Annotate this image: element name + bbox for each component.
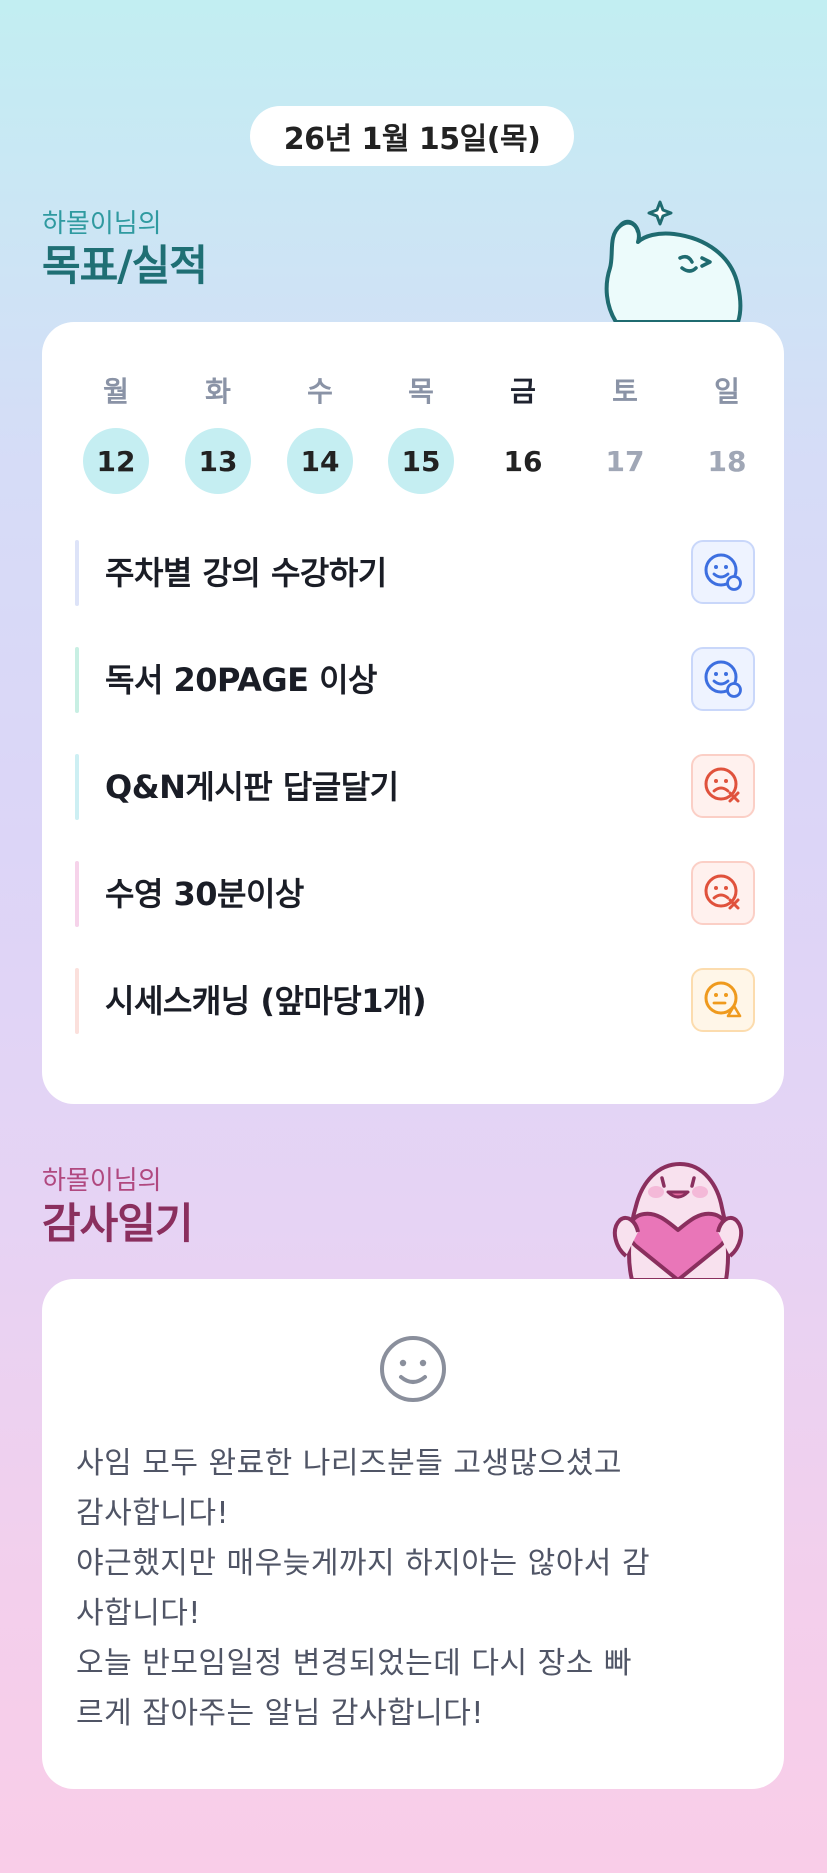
gratitude-diary-text: 사임 모두 완료한 나리즈분들 고생많으셨고 감사합니다! 야근했지만 매우늦게… — [76, 1439, 756, 1739]
goal-label: 시세스캐닝 (앞마당1개) — [105, 982, 427, 1020]
goal-color-bar — [75, 754, 79, 820]
mood-done-button[interactable] — [691, 647, 755, 711]
neutral-triangle-icon — [704, 981, 742, 1018]
sad-x-icon — [704, 767, 740, 803]
day-15-selected[interactable]: 15 — [388, 428, 454, 494]
diary-line: 감사합니다! — [76, 1496, 230, 1531]
weekday-label: 화 — [205, 375, 231, 408]
goals-title: 목표/실적 — [42, 241, 208, 290]
mood-partial-button[interactable] — [691, 968, 755, 1032]
goal-color-bar — [75, 968, 79, 1034]
goal-row[interactable]: Q&N게시판 답글달기 — [75, 754, 755, 820]
day-14[interactable]: 14 — [287, 428, 353, 494]
pink-character-illustration — [612, 1162, 744, 1280]
goal-label: 독서 20PAGE 이상 — [105, 661, 377, 699]
goal-row[interactable]: 독서 20PAGE 이상 — [75, 647, 755, 713]
goal-row[interactable]: 주차별 강의 수강하기 — [75, 540, 755, 606]
weekday-label: 수 — [307, 375, 333, 408]
diary-line: 사합니다! — [76, 1596, 201, 1631]
goal-label: 수영 30분이상 — [105, 875, 304, 913]
day-16-today[interactable]: 16 — [490, 428, 556, 494]
goal-color-bar — [75, 861, 79, 927]
smile-check-icon — [704, 553, 742, 591]
mood-fail-button[interactable] — [691, 754, 755, 818]
day-12[interactable]: 12 — [83, 428, 149, 494]
goal-color-bar — [75, 540, 79, 606]
smile-check-icon — [704, 660, 742, 698]
goal-label: Q&N게시판 답글달기 — [105, 768, 399, 806]
day-18[interactable]: 18 — [694, 428, 760, 494]
diary-line: 사임 모두 완료한 나리즈분들 고생많으셨고 — [76, 1446, 622, 1481]
day-17[interactable]: 17 — [592, 428, 658, 494]
diary-line: 야근했지만 매우늦게까지 하지아는 않아서 감 — [76, 1546, 651, 1581]
goal-color-bar — [75, 647, 79, 713]
diary-card: 사임 모두 완료한 나리즈분들 고생많으셨고 감사합니다! 야근했지만 매우늦게… — [42, 1279, 784, 1789]
goal-row[interactable]: 수영 30분이상 — [75, 861, 755, 927]
weekday-label: 목 — [408, 375, 434, 408]
mint-character-illustration — [604, 200, 743, 322]
day-13[interactable]: 13 — [185, 428, 251, 494]
goal-row[interactable]: 시세스캐닝 (앞마당1개) — [75, 968, 755, 1034]
diary-title: 감사일기 — [42, 1199, 194, 1248]
diary-line: 오늘 반모임일정 변경되었는데 다시 장소 빠 — [76, 1646, 632, 1681]
date-pill[interactable]: 26년 1월 15일(목) — [250, 106, 574, 166]
mood-fail-button[interactable] — [691, 861, 755, 925]
diary-line: 르게 잡아주는 알님 감사합니다! — [76, 1696, 484, 1731]
weekday-label-today: 금 — [510, 375, 536, 408]
weekday-label: 일 — [714, 375, 740, 408]
goals-card: 월 화 수 목 금 토 일 12 13 14 15 16 17 18 주차별 강… — [42, 322, 784, 1104]
mood-done-button[interactable] — [691, 540, 755, 604]
smiley-face-icon — [380, 1336, 446, 1402]
weekday-label: 월 — [103, 375, 129, 408]
weekday-label: 토 — [612, 375, 638, 408]
sad-x-icon — [704, 874, 740, 910]
goal-label: 주차별 강의 수강하기 — [105, 554, 387, 592]
